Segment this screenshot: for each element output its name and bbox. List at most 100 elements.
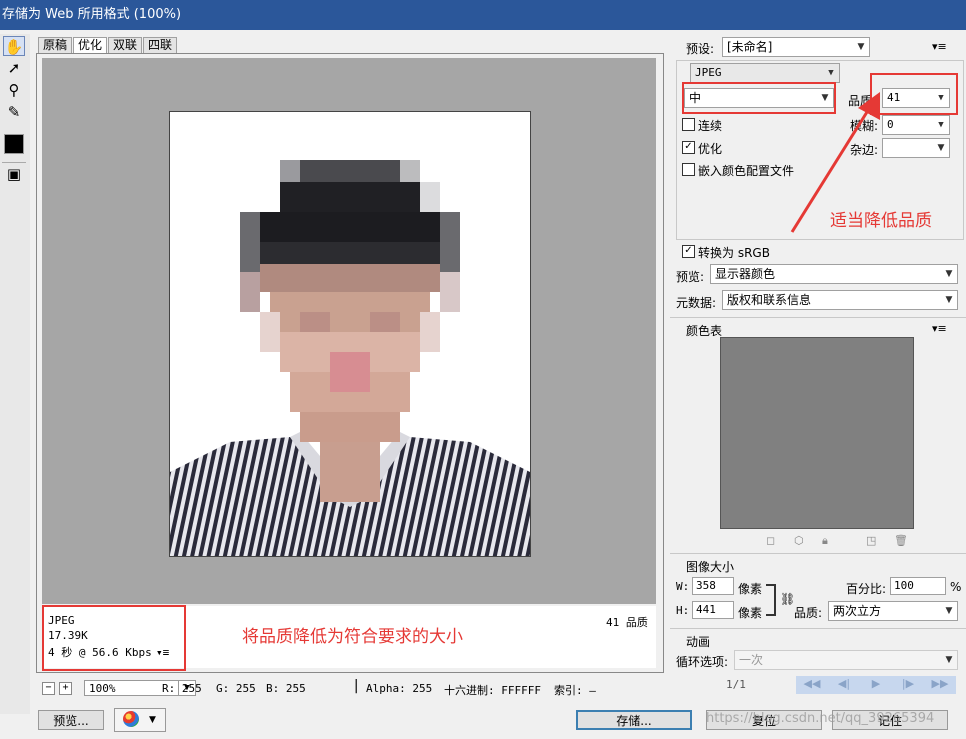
readout-index: 索引: — [554, 684, 596, 697]
chevron-down-icon: ▼ [945, 269, 953, 279]
panel-divider [670, 628, 966, 629]
width-label: W: [676, 580, 690, 593]
metadata-value: 版权和联系信息 [727, 293, 812, 307]
loop-select[interactable]: 一次 ▼ [734, 650, 958, 670]
annotation-arrow [790, 92, 880, 233]
readout-r: R: 255 [162, 682, 202, 695]
zoom-value: 100% [89, 682, 116, 695]
percent-label: 百分比: [846, 582, 887, 596]
preview-label: 预览: [676, 270, 705, 284]
percent-input[interactable]: 100 [890, 577, 946, 595]
metadata-select[interactable]: 版权和联系信息 ▼ [722, 290, 958, 310]
slice-select-tool-icon[interactable]: ➚ [3, 58, 25, 78]
height-unit: 像素 [738, 606, 763, 620]
height-input[interactable]: 441 [692, 601, 734, 619]
zoom-out-button[interactable]: − [42, 682, 55, 695]
readout-alpha: Alpha: 255 [366, 682, 433, 695]
width-input[interactable]: 358 [692, 577, 734, 595]
prev-frame-icon[interactable]: ◀| [828, 677, 860, 690]
first-frame-icon[interactable]: ◀◀ [796, 677, 828, 690]
format-value: JPEG [695, 66, 722, 79]
title-bar: 存储为 Web 所用格式 (100%) [0, 0, 966, 30]
color-table-menu-icon[interactable]: ▾≡ [932, 322, 947, 335]
progressive-label: 连续 [698, 119, 723, 133]
progressive-checkbox[interactable] [682, 118, 695, 131]
preset-label: 预设: [686, 42, 715, 56]
trash-icon[interactable]: 🗑︎ [894, 534, 908, 547]
info-highlight-box [42, 605, 186, 671]
preview-value: 显示器颜色 [715, 267, 776, 281]
info-quality: 41 品质 [606, 616, 648, 629]
tab-optimized[interactable]: 优化 [73, 37, 108, 53]
convert-srgb-label: 转换为 sRGB [698, 246, 770, 260]
pixelated-portrait-image [169, 111, 531, 557]
chevron-down-icon: ▼ [938, 120, 944, 130]
chevron-down-icon: ▼ [937, 143, 945, 153]
last-frame-icon[interactable]: ▶▶ [924, 677, 956, 690]
tool-column: ✋ ➚ ⚲ ✎ ▣ [0, 34, 30, 714]
chevron-down-icon: ▼ [945, 295, 953, 305]
browser-preview-button[interactable]: ▼ [114, 708, 166, 732]
view-tabs: 原稿 优化 双联 四联 [38, 37, 178, 53]
tool-divider [2, 162, 26, 163]
chevron-down-icon: ▼ [149, 715, 156, 725]
toggle-slices-icon[interactable]: ▣ [3, 164, 25, 184]
width-unit: 像素 [738, 582, 763, 596]
hand-tool-icon[interactable]: ✋ [3, 36, 25, 56]
percent-sign: % [950, 580, 962, 594]
zoom-tool-icon[interactable]: ⚲ [3, 80, 25, 100]
link-bracket [766, 584, 776, 616]
new-color-icon[interactable]: ◳ [866, 534, 876, 547]
zoom-in-button[interactable]: + [59, 682, 72, 695]
preview-select[interactable]: 显示器颜色 ▼ [710, 264, 958, 284]
panel-divider [670, 317, 966, 318]
color-table-title: 颜色表 [686, 324, 723, 338]
resample-quality-select[interactable]: 两次立方 ▼ [828, 601, 958, 621]
browser-globe-icon [123, 711, 139, 727]
chevron-down-icon: ▼ [857, 42, 865, 52]
playback-controls: ◀◀ ◀| ▶ |▶ ▶▶ [796, 676, 956, 694]
link-chain-icon[interactable]: ⛓ [780, 592, 795, 606]
preset-menu-icon[interactable]: ▾≡ [932, 40, 947, 53]
map-color-icon[interactable]: ◻ [766, 534, 775, 547]
readout-g: G: 255 [216, 682, 256, 695]
preset-value: [未命名] [727, 40, 773, 54]
chevron-down-icon: ▼ [828, 68, 834, 78]
chevron-down-icon: ▼ [945, 655, 953, 665]
image-size-title: 图像大小 [686, 560, 735, 574]
tab-2up[interactable]: 双联 [108, 37, 143, 53]
lock-color-icon[interactable]: 🔒︎ [822, 534, 828, 548]
matte-select[interactable]: ▼ [882, 138, 950, 158]
status-divider: | [352, 678, 361, 694]
blur-select[interactable]: 0 ▼ [882, 115, 950, 135]
next-frame-icon[interactable]: |▶ [892, 677, 924, 690]
optimized-label: 优化 [698, 142, 723, 156]
eyedropper-tool-icon[interactable]: ✎ [3, 102, 25, 122]
preset-select[interactable]: [未命名] ▼ [722, 37, 870, 57]
status-bar: − + 100% ▼ R: 255 G: 255 B: 255 | Alpha:… [36, 676, 664, 700]
height-label: H: [676, 604, 690, 617]
optimized-checkbox[interactable]: ✓ [682, 141, 695, 154]
eyedropper-color-swatch[interactable] [4, 134, 24, 154]
readout-hex: 十六进制: FFFFFF [444, 684, 541, 697]
tab-original[interactable]: 原稿 [38, 37, 73, 53]
color-table [720, 337, 914, 529]
play-icon[interactable]: ▶ [860, 677, 892, 690]
convert-srgb-checkbox[interactable]: ✓ [682, 245, 695, 258]
window-title: 存储为 Web 所用格式 (100%) [2, 7, 182, 22]
resample-quality-label: 品质: [794, 606, 823, 620]
preview-button[interactable]: 预览... [38, 710, 104, 730]
readout-b: B: 255 [266, 682, 306, 695]
metadata-label: 元数据: [676, 296, 717, 310]
animation-title: 动画 [686, 635, 711, 649]
panel-divider [670, 553, 966, 554]
resample-quality-value: 两次立方 [833, 604, 882, 618]
loop-label: 循环选项: [676, 655, 729, 669]
web-snap-icon[interactable]: ⬡ [794, 534, 804, 547]
embed-profile-checkbox[interactable] [682, 163, 695, 176]
info-annotation-text: 将品质降低为符合要求的大小 [242, 627, 463, 647]
tab-4up[interactable]: 四联 [143, 37, 178, 53]
loop-value: 一次 [739, 653, 764, 667]
chevron-down-icon: ▼ [945, 606, 953, 616]
format-select[interactable]: JPEG ▼ [690, 63, 840, 83]
